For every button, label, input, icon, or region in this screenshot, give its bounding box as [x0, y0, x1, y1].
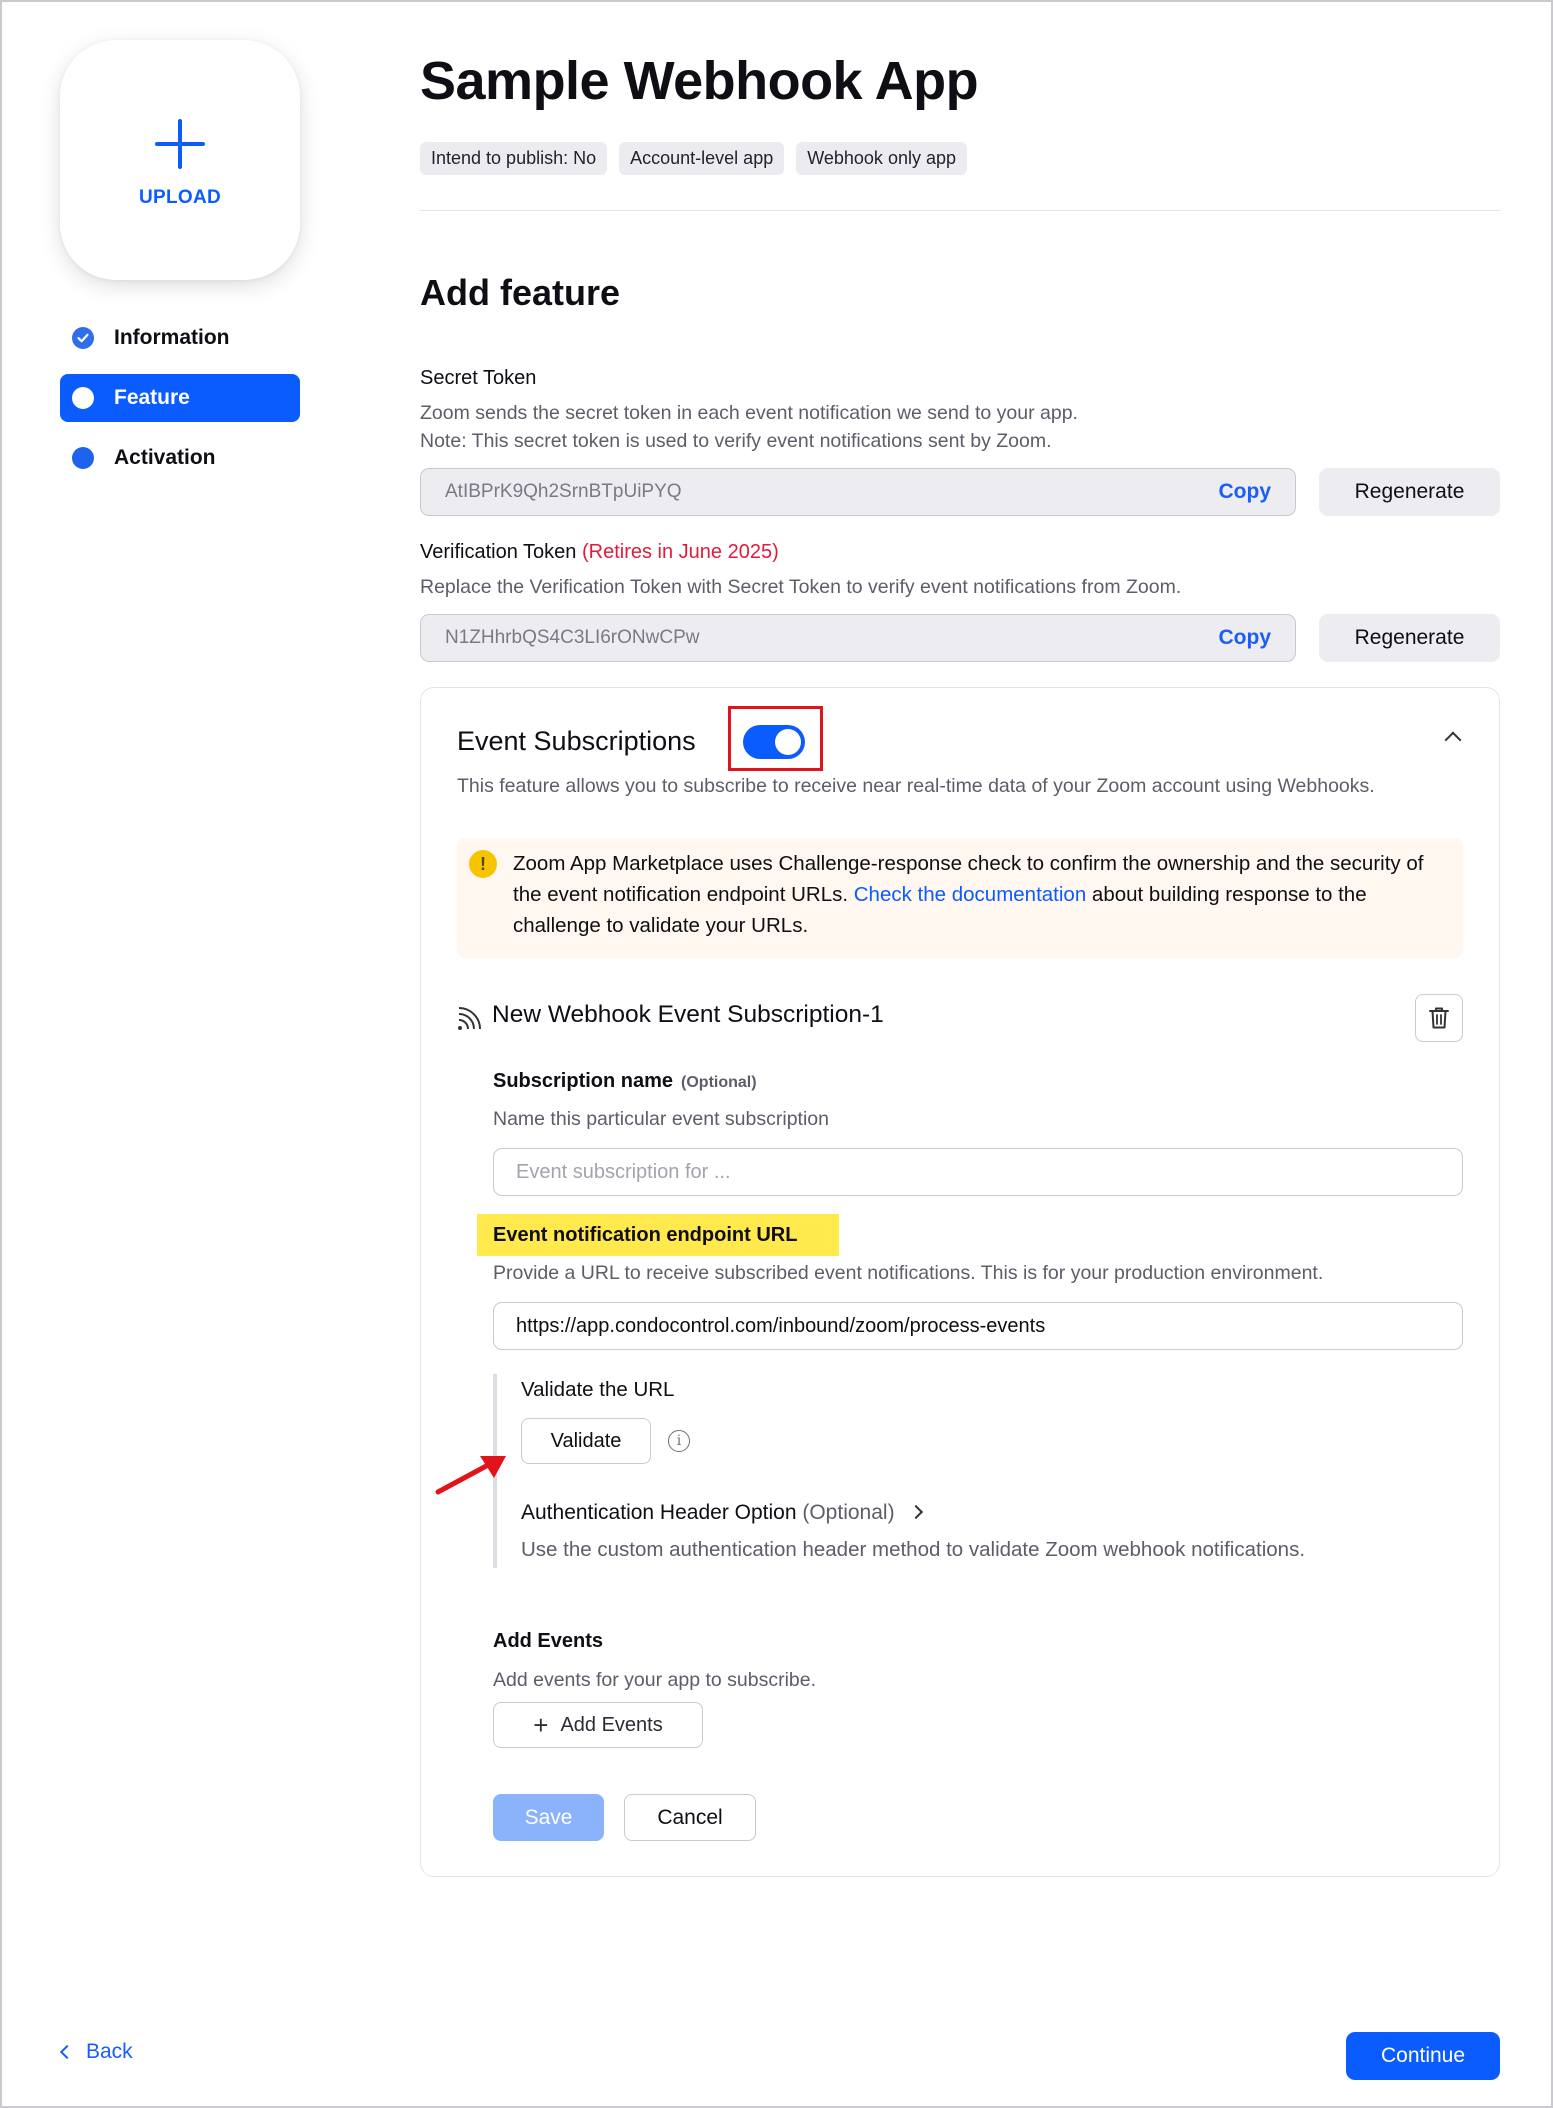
- retire-note: (Retires in June 2025): [581, 541, 779, 563]
- warning-icon: !: [469, 850, 497, 878]
- webhook-signal-icon: [458, 1007, 481, 1030]
- optional-tag: (Optional): [681, 1074, 757, 1091]
- endpoint-url-input[interactable]: [493, 1302, 1463, 1350]
- endpoint-url-desc: Provide a URL to receive subscribed even…: [493, 1262, 1324, 1284]
- validate-url-title: Validate the URL: [521, 1378, 675, 1401]
- add-events-title: Add Events: [493, 1630, 604, 1652]
- annotation-arrow-icon: [435, 1456, 506, 1495]
- upload-label: UPLOAD: [138, 187, 222, 208]
- verification-token-field[interactable]: N1ZHhrbQS4C3LI6rONwCPw Copy: [420, 614, 1296, 662]
- secret-token-field[interactable]: AtIBPrK9Qh2SrnBTpUiPYQ Copy: [420, 468, 1296, 516]
- challenge-alert: ! Zoom App Marketplace uses Challenge-re…: [457, 838, 1463, 958]
- sidebar-item-activation[interactable]: Activation: [60, 434, 300, 482]
- auth-header-desc: Use the custom authentication header met…: [521, 1538, 1306, 1561]
- tag-publish: Intend to publish: No: [420, 142, 608, 175]
- back-link[interactable]: Back: [59, 2040, 133, 2064]
- secret-token-desc-1: Zoom sends the secret token in each even…: [420, 402, 1078, 424]
- check-circle-icon: [72, 327, 94, 349]
- event-subscriptions-desc: This feature allows you to subscribe to …: [457, 775, 1375, 797]
- documentation-link[interactable]: Check the documentation: [854, 883, 1086, 906]
- delete-subscription-button[interactable]: [1415, 994, 1463, 1042]
- copy-secret-token-button[interactable]: Copy: [1219, 480, 1272, 504]
- sidebar-nav: Information Feature Activation: [60, 314, 300, 494]
- info-icon[interactable]: i: [668, 1430, 690, 1452]
- collapse-chevron-icon[interactable]: [1444, 731, 1462, 749]
- subscription-name-label-text: Subscription name: [493, 1070, 674, 1092]
- verification-token-label: Verification Token (Retires in June 2025…: [420, 541, 779, 564]
- tag-account-level: Account-level app: [619, 142, 785, 175]
- auth-header-label: Authentication Header Option: [521, 1501, 797, 1524]
- secret-token-value: AtIBPrK9Qh2SrnBTpUiPYQ: [445, 481, 682, 502]
- chevron-left-icon: [59, 2044, 75, 2060]
- secret-token-desc-2: Note: This secret token is used to verif…: [420, 430, 1052, 452]
- subscription-name-label: Subscription name (Optional): [493, 1070, 757, 1093]
- event-subscriptions-title: Event Subscriptions: [457, 726, 696, 756]
- page-title: Sample Webhook App: [420, 51, 979, 111]
- cancel-button[interactable]: Cancel: [624, 1794, 756, 1841]
- trash-icon: [1429, 1007, 1449, 1029]
- chevron-right-icon: [908, 1504, 923, 1520]
- continue-button[interactable]: Continue: [1346, 2032, 1500, 2080]
- sidebar-item-label: Activation: [114, 446, 216, 469]
- regenerate-verification-token-button[interactable]: Regenerate: [1319, 614, 1500, 662]
- add-events-label: Add Events: [560, 1713, 663, 1736]
- upload-button[interactable]: UPLOAD: [60, 40, 300, 280]
- subscription-name-desc: Name this particular event subscription: [493, 1108, 829, 1130]
- plus-icon: +: [533, 1710, 549, 1740]
- endpoint-url-label: Event notification endpoint URL: [493, 1224, 798, 1246]
- header-divider: [420, 210, 1500, 211]
- back-label: Back: [86, 2040, 133, 2063]
- sidebar-item-information[interactable]: Information: [60, 314, 300, 362]
- app-tags: Intend to publish: No Account-level app …: [420, 142, 967, 175]
- step-dot-icon: [72, 447, 94, 469]
- sidebar-item-label: Information: [114, 326, 230, 349]
- validate-button[interactable]: Validate: [521, 1418, 651, 1464]
- sidebar-item-label: Feature: [114, 386, 190, 409]
- subscription-title: New Webhook Event Subscription-1: [492, 1001, 884, 1028]
- verification-token-value: N1ZHhrbQS4C3LI6rONwCPw: [445, 627, 700, 648]
- section-title: Add feature: [420, 272, 621, 313]
- verification-token-desc: Replace the Verification Token with Secr…: [420, 576, 1182, 598]
- regenerate-secret-token-button[interactable]: Regenerate: [1319, 468, 1500, 516]
- secret-token-label: Secret Token: [420, 367, 537, 389]
- toggle-knob: [775, 729, 801, 755]
- save-button[interactable]: Save: [493, 1794, 604, 1841]
- tag-webhook-only: Webhook only app: [796, 142, 967, 175]
- alert-text: Zoom App Marketplace uses Challenge-resp…: [513, 848, 1443, 941]
- add-events-desc: Add events for your app to subscribe.: [493, 1669, 817, 1691]
- add-events-button[interactable]: + Add Events: [493, 1702, 703, 1748]
- sidebar-item-feature[interactable]: Feature: [60, 374, 300, 422]
- event-subscriptions-toggle[interactable]: [743, 725, 805, 759]
- event-subscriptions-card: Event Subscriptions This feature allows …: [420, 687, 1500, 1877]
- verification-token-label-text: Verification Token: [420, 541, 577, 563]
- plus-icon: [155, 119, 205, 169]
- auth-optional-tag: (Optional): [802, 1501, 895, 1524]
- auth-header-option[interactable]: Authentication Header Option (Optional): [521, 1501, 923, 1525]
- step-dot-icon: [72, 387, 94, 409]
- toggle-annotation-box: [728, 706, 823, 771]
- subscription-name-input[interactable]: [493, 1148, 1463, 1196]
- copy-verification-token-button[interactable]: Copy: [1219, 626, 1272, 650]
